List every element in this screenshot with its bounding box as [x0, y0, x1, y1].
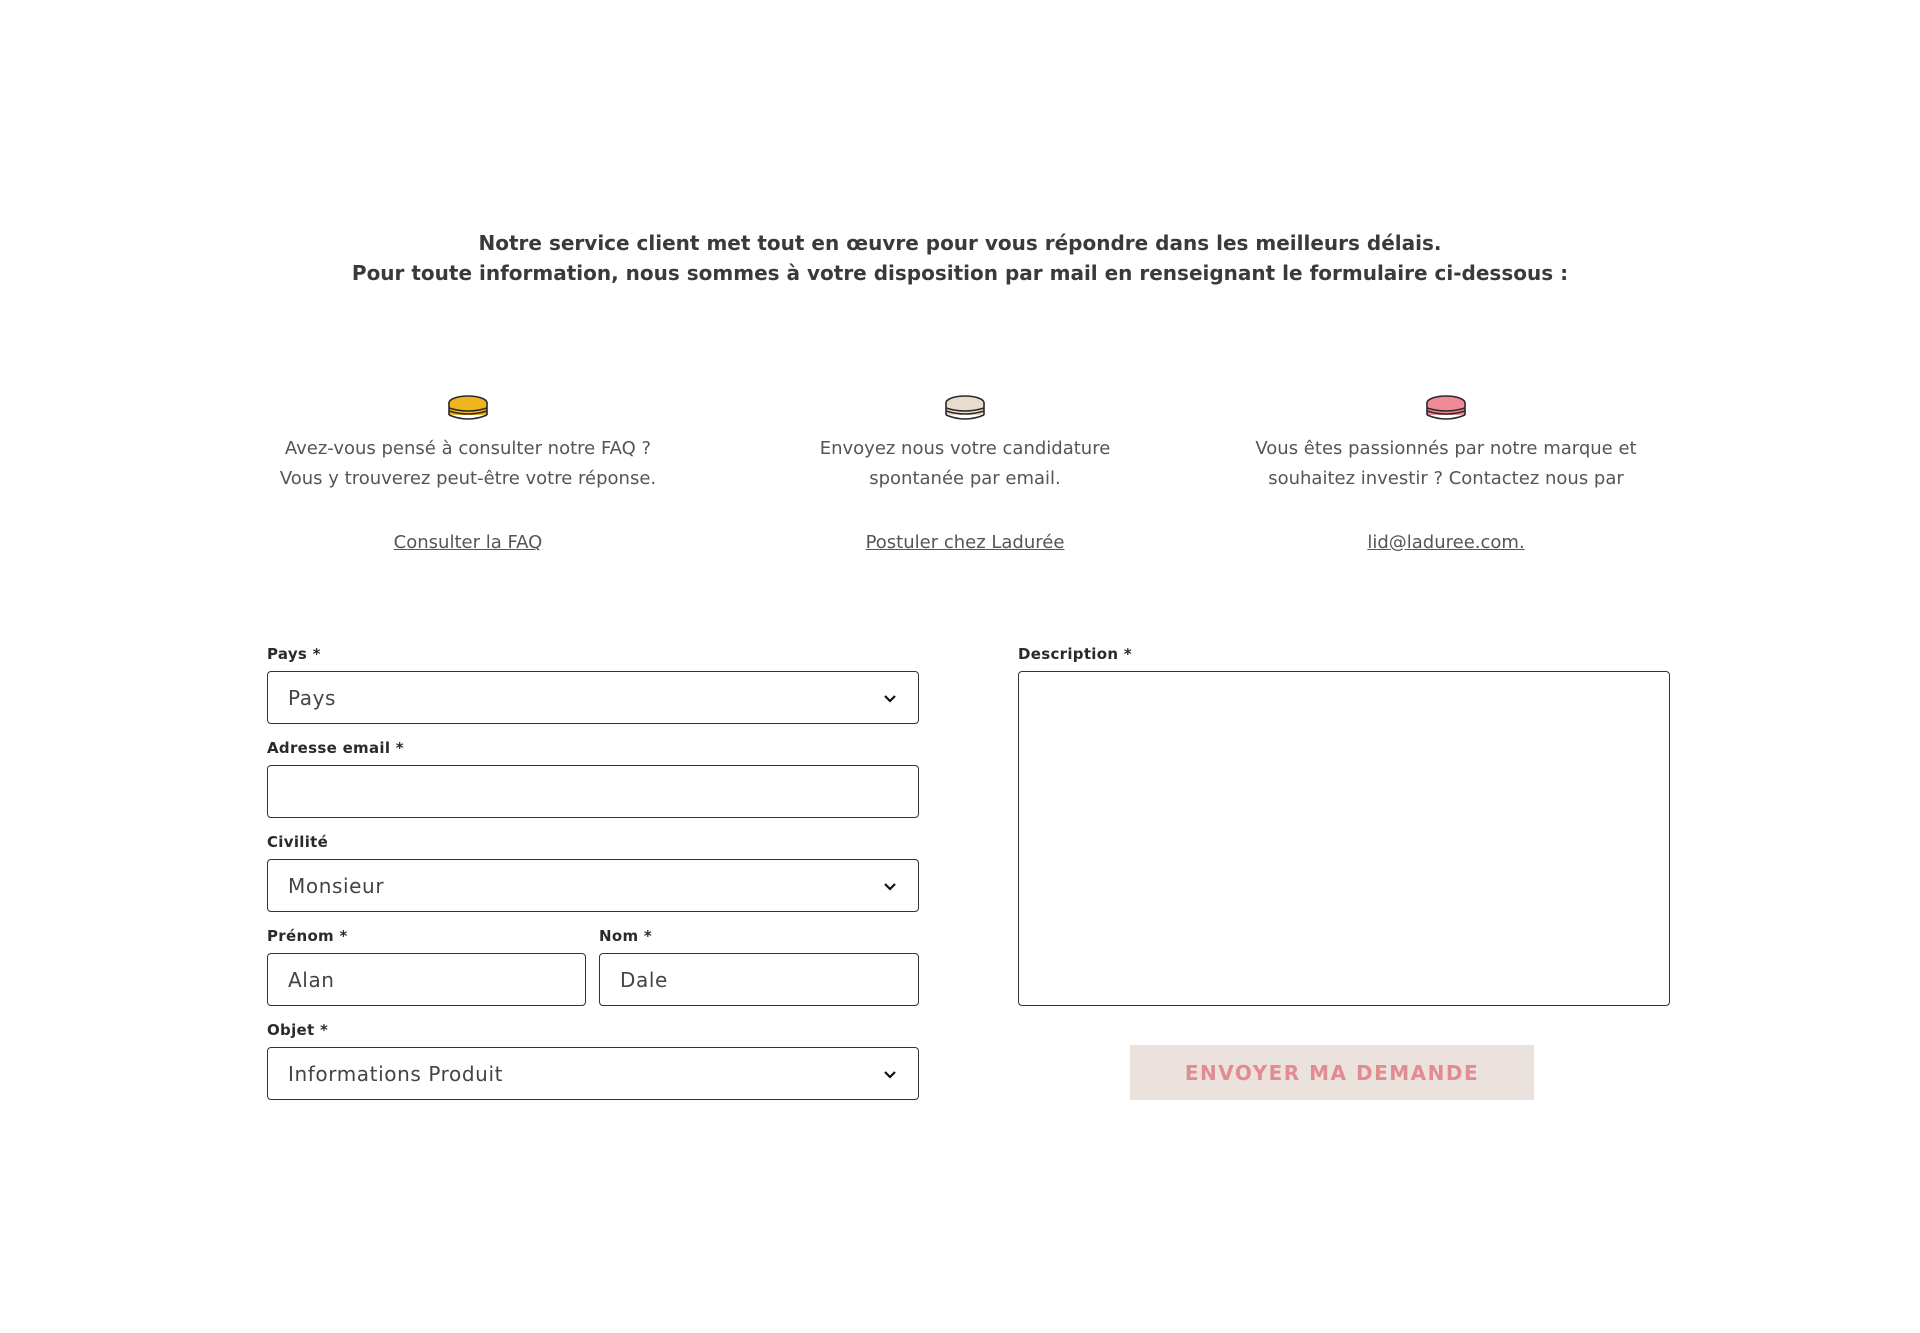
intro-text: Notre service client met tout en œuvre p…	[0, 228, 1920, 288]
chevron-down-icon	[884, 1070, 896, 1079]
intro-line-2: Pour toute information, nous sommes à vo…	[351, 261, 1569, 285]
chevron-down-icon	[884, 882, 896, 891]
email-field[interactable]	[267, 765, 919, 818]
objet-label: Objet *	[267, 1021, 329, 1039]
objet-select[interactable]: Informations Produit	[267, 1047, 919, 1100]
description-textarea[interactable]	[1018, 671, 1670, 1006]
macaron-pink-icon	[1426, 395, 1466, 420]
info-column-careers: Envoyez nous votre candidature spontanée…	[735, 394, 1195, 558]
nom-field-value: Dale	[620, 967, 668, 992]
chevron-down-icon	[884, 694, 896, 703]
civilite-select-value: Monsieur	[288, 873, 385, 898]
submit-button[interactable]: ENVOYER MA DEMANDE	[1130, 1045, 1534, 1100]
civilite-label: Civilité	[267, 833, 329, 851]
email-label: Adresse email *	[267, 739, 404, 757]
faq-link[interactable]: Consulter la FAQ	[394, 528, 543, 558]
civilite-select[interactable]: Monsieur	[267, 859, 919, 912]
investors-text-line-1: Vous êtes passionnés par notre marque et	[1255, 438, 1637, 459]
description-label: Description *	[1018, 645, 1132, 663]
faq-text-line-1: Avez-vous pensé à consulter notre FAQ ?	[284, 438, 652, 459]
investors-email-link[interactable]: lid@laduree.com.	[1367, 528, 1524, 558]
contact-page: Notre service client met tout en œuvre p…	[0, 0, 1920, 1333]
info-column-faq: Avez-vous pensé à consulter notre FAQ ? …	[238, 394, 698, 558]
macaron-yellow-icon	[448, 395, 488, 420]
pays-select-value: Pays	[288, 685, 337, 710]
pays-select[interactable]: Pays	[267, 671, 919, 724]
prenom-field[interactable]: Alan	[267, 953, 586, 1006]
prenom-label: Prénom *	[267, 927, 348, 945]
objet-select-value: Informations Produit	[288, 1061, 504, 1086]
prenom-field-value: Alan	[288, 967, 335, 992]
faq-text-line-2: Vous y trouverez peut-être votre réponse…	[279, 468, 657, 489]
pays-label: Pays *	[267, 645, 321, 663]
intro-line-1: Notre service client met tout en œuvre p…	[478, 231, 1442, 255]
info-column-investors: Vous êtes passionnés par notre marque et…	[1216, 394, 1676, 558]
investors-text-line-2: souhaitez investir ? Contactez nous par	[1268, 468, 1624, 489]
macaron-beige-icon	[945, 395, 985, 420]
careers-text-line-1: Envoyez nous votre candidature	[819, 438, 1111, 459]
nom-label: Nom *	[599, 927, 653, 945]
careers-text-line-2: spontanée par email.	[869, 468, 1061, 489]
careers-link[interactable]: Postuler chez Ladurée	[866, 528, 1065, 558]
nom-field[interactable]: Dale	[599, 953, 919, 1006]
